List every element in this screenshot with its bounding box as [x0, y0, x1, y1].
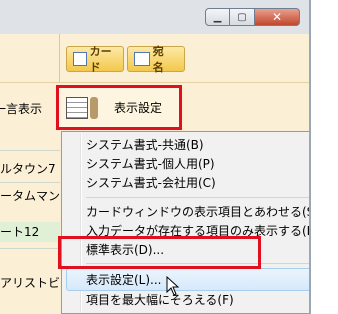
menu-item-display-settings[interactable]: 表示設定(L)...: [86, 270, 162, 290]
menu-item-label: 項目を最大幅にそろえる(F): [86, 293, 234, 307]
close-icon: ✕: [271, 10, 283, 24]
minimize-icon: ▁: [213, 11, 222, 23]
display-settings-button[interactable]: 表示設定: [56, 85, 182, 130]
menu-separator: [86, 197, 336, 198]
menu-item-label: システム書式-個人用(P): [86, 157, 215, 171]
address-button[interactable]: 宛 名: [127, 45, 185, 74]
grid-line: [0, 182, 60, 183]
table-cell[interactable]: ルタウン7: [0, 160, 60, 180]
display-settings-label: 表示設定: [114, 101, 163, 115]
address-icon: [134, 52, 150, 66]
menu-item-system-personal[interactable]: システム書式-個人用(P) ▶: [86, 154, 330, 174]
minimize-button[interactable]: ▁: [205, 8, 230, 26]
menu-item-label: 表示設定(L)...: [86, 273, 162, 287]
menu-item-system-common[interactable]: システム書式-共通(B) ▶: [86, 135, 330, 155]
maximize-icon: ▢: [237, 11, 247, 23]
menu-item-system-company[interactable]: システム書式-会社用(C) ▶: [86, 173, 330, 193]
menu-item-label: システム書式-会社用(C): [86, 176, 216, 190]
table-icon: [66, 96, 88, 119]
mouse-cursor-icon: [166, 276, 180, 296]
window-frame-right: [309, 0, 338, 314]
table-cell[interactable]: ータムマンシ: [0, 187, 60, 207]
menu-item-label: カードウィンドウの表示項目とあわせる(S): [86, 205, 319, 219]
window-controls: ▁ ▢ ✕: [205, 8, 300, 26]
menu-item-match-card-window[interactable]: カードウィンドウの表示項目とあわせる(S): [86, 202, 319, 222]
table-cell[interactable]: ート12: [0, 222, 60, 242]
window-border: [309, 0, 311, 314]
card-button[interactable]: カード: [66, 45, 124, 74]
grid-line: [0, 248, 60, 249]
context-menu: システム書式-共通(B) ▶ システム書式-個人用(P) ▶ システム書式-会社…: [61, 131, 338, 314]
maximize-button[interactable]: ▢: [230, 8, 255, 26]
card-icon: [73, 52, 87, 66]
table-cell[interactable]: アリストビル: [0, 274, 60, 294]
close-button[interactable]: ✕: [255, 8, 300, 26]
menu-item-max-width[interactable]: 項目を最大幅にそろえる(F): [86, 290, 234, 310]
comment-display-label[interactable]: 一言表示: [0, 100, 42, 117]
menu-item-label: システム書式-共通(B): [86, 138, 204, 152]
grid-line: [0, 150, 60, 151]
card-button-label: カード: [89, 45, 112, 74]
address-button-label: 宛 名: [152, 45, 164, 74]
highlight-outline: [58, 236, 261, 269]
wrench-icon: [90, 96, 98, 119]
